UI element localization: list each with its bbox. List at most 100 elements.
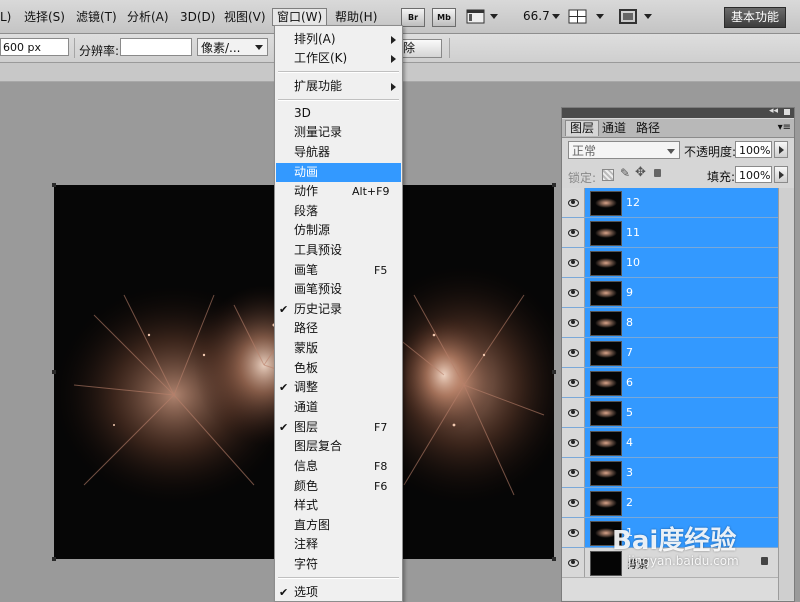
menu-item-history[interactable]: ✔ 历史记录 [276,300,401,319]
menu-item-brush[interactable]: 画笔 F5 [276,261,401,280]
workspace-button[interactable]: 基本功能 [724,7,786,28]
chevron-down-icon[interactable] [552,14,560,19]
collapse-icon[interactable]: ◂◂ [769,106,778,116]
lock-transparency-icon[interactable] [602,169,614,181]
eye-icon[interactable] [562,308,585,337]
eye-icon[interactable] [562,488,585,517]
menu-item-brush-presets[interactable]: 画笔预设 [276,280,401,299]
fill-field[interactable]: 100% [735,166,772,183]
menu-item-adjustments[interactable]: ✔ 调整 [276,378,401,397]
menu-separator [278,71,399,73]
menu-item-notes[interactable]: 注释 [276,535,401,554]
layer-row[interactable]: 12 [562,188,778,218]
menu-3d[interactable]: 3D(D) [180,9,215,25]
panel-header[interactable]: ◂◂ [562,106,794,118]
layer-row[interactable]: 7 [562,338,778,368]
transform-handle[interactable] [52,557,56,561]
opacity-slider-arrow-icon[interactable] [774,141,788,158]
tab-layers[interactable]: 图层 [565,120,600,136]
chevron-down-icon[interactable] [596,14,604,19]
eye-icon[interactable] [562,398,585,427]
menu-item-animation[interactable]: 动画 [276,163,401,182]
eye-icon[interactable] [562,548,585,577]
clear-button[interactable]: 除 [400,39,442,58]
menu-item-masks[interactable]: 蒙版 [276,339,401,358]
transform-handle[interactable] [52,370,56,374]
eye-icon[interactable] [562,278,585,307]
tab-channels[interactable]: 通道 [598,121,630,136]
bridge-icon[interactable]: Br [401,8,425,27]
layer-row[interactable]: 2 [562,488,778,518]
resolution-unit-select[interactable]: 像素/... [197,38,268,56]
zoom-level[interactable]: 66.7 [523,9,550,23]
menu-edit-partial[interactable]: L) [0,9,11,25]
menu-item-options[interactable]: ✔ 选项 [276,583,401,602]
screen-mode-icon[interactable] [618,8,638,25]
menu-item-paths[interactable]: 路径 [276,319,401,338]
menu-item-color[interactable]: 颜色 F6 [276,477,401,496]
opacity-field[interactable]: 100% [735,141,772,158]
eye-icon[interactable] [562,518,585,547]
close-icon[interactable] [784,109,790,115]
transform-handle[interactable] [552,183,556,187]
menu-item-3d[interactable]: 3D [276,104,401,123]
menu-item-measurement-log[interactable]: 测量记录 [276,123,401,142]
menu-item-actions[interactable]: 动作 Alt+F9 [276,182,401,201]
blend-mode-select[interactable]: 正常 [568,141,680,159]
panel-tabs: 图层 通道 路径 ▾≡ [562,119,794,138]
menu-analysis[interactable]: 分析(A) [127,9,169,25]
menu-item-channels[interactable]: 通道 [276,398,401,417]
panel-menu-icon[interactable]: ▾≡ [778,122,791,133]
eye-icon[interactable] [562,428,585,457]
menu-item-clone-source[interactable]: 仿制源 [276,221,401,240]
menu-help[interactable]: 帮助(H) [335,9,377,25]
eye-icon[interactable] [562,338,585,367]
menu-item-paragraph[interactable]: 段落 [276,202,401,221]
eye-icon[interactable] [562,458,585,487]
layer-row[interactable]: 9 [562,278,778,308]
chevron-down-icon[interactable] [490,14,498,19]
menu-item-styles[interactable]: 样式 [276,496,401,515]
eye-icon[interactable] [562,368,585,397]
menu-item-arrange[interactable]: 排列(A) [276,30,401,49]
menu-item-navigator[interactable]: 导航器 [276,143,401,162]
mini-bridge-icon[interactable]: Mb [432,8,456,27]
menu-item-character[interactable]: 字符 [276,555,401,574]
eye-icon[interactable] [562,188,585,217]
menu-window[interactable]: 窗口(W) [272,8,328,26]
layer-row[interactable]: 8 [562,308,778,338]
menu-item-extensions[interactable]: 扩展功能 [276,77,401,96]
width-field[interactable]: 600 px [0,38,69,56]
transform-handle[interactable] [552,370,556,374]
menu-item-tool-presets[interactable]: 工具预设 [276,241,401,260]
menu-item-swatches[interactable]: 色板 [276,359,401,378]
transform-handle[interactable] [552,557,556,561]
resolution-field[interactable] [120,38,192,56]
layer-row[interactable]: 5 [562,398,778,428]
eye-icon[interactable] [562,248,585,277]
lock-pixels-icon[interactable]: ✎ [620,166,630,180]
layer-row[interactable]: 10 [562,248,778,278]
layer-row[interactable]: 4 [562,428,778,458]
view-extras-icon[interactable] [466,8,486,25]
arrange-documents-icon[interactable] [568,8,588,25]
transform-handle[interactable] [52,183,56,187]
menu-item-layers[interactable]: ✔ 图层 F7 [276,418,401,437]
menu-item-workspace[interactable]: 工作区(K) [276,49,401,68]
chevron-down-icon[interactable] [644,14,652,19]
layers-scrollbar[interactable] [778,188,794,600]
menu-item-histogram[interactable]: 直方图 [276,516,401,535]
fill-slider-arrow-icon[interactable] [774,166,788,183]
menu-item-info[interactable]: 信息 F8 [276,457,401,476]
layer-row[interactable]: 6 [562,368,778,398]
layer-row[interactable]: 11 [562,218,778,248]
menu-item-layer-comps[interactable]: 图层复合 [276,437,401,456]
menu-filter[interactable]: 滤镜(T) [76,9,117,25]
tab-paths[interactable]: 路径 [632,121,664,136]
menu-select[interactable]: 选择(S) [24,9,65,25]
menu-view[interactable]: 视图(V) [224,9,266,25]
layer-row[interactable]: 3 [562,458,778,488]
eye-icon[interactable] [562,218,585,247]
lock-all-icon[interactable] [654,169,661,177]
lock-position-icon[interactable]: ✥ [635,165,646,180]
